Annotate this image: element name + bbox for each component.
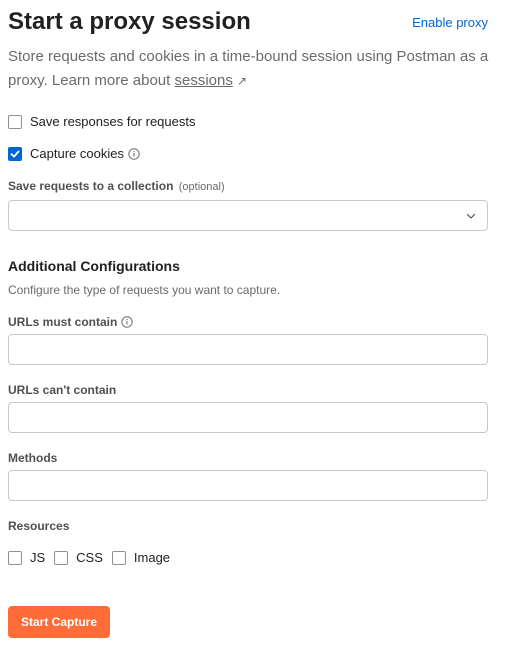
methods-input[interactable]: [8, 470, 488, 501]
chevron-down-icon: [466, 213, 476, 219]
save-responses-checkbox[interactable]: [8, 115, 22, 129]
collection-select[interactable]: [8, 200, 488, 231]
resource-js-checkbox[interactable]: [8, 551, 22, 565]
urls-must-contain-label-text: URLs must contain: [8, 315, 118, 329]
resource-image-label: Image: [133, 550, 171, 565]
capture-cookies-label: Capture cookies: [30, 146, 124, 161]
page-title: Start a proxy session: [8, 8, 251, 35]
description-text: Store requests and cookies in a time-bou…: [8, 48, 489, 89]
info-icon[interactable]: [128, 148, 140, 160]
urls-cant-contain-label: URLs can't contain: [8, 383, 117, 397]
start-capture-button[interactable]: Start Capture: [8, 606, 110, 638]
resource-js-label: JS: [30, 550, 46, 565]
methods-label: Methods: [8, 451, 58, 465]
urls-cant-contain-input[interactable]: [8, 402, 488, 433]
sessions-link[interactable]: sessions: [174, 72, 232, 89]
resource-css-option[interactable]: CSS: [54, 550, 103, 566]
external-link-icon: ↗: [237, 74, 248, 88]
collection-label: Save requests to a collection (optional): [8, 178, 225, 195]
save-responses-option[interactable]: Save responses for requests: [8, 114, 195, 130]
resource-css-label: CSS: [76, 550, 103, 565]
resource-css-checkbox[interactable]: [54, 551, 69, 565]
save-responses-label: Save responses for requests: [30, 114, 196, 129]
capture-cookies-checkbox[interactable]: [8, 147, 22, 161]
resource-js-option[interactable]: JS: [8, 550, 45, 566]
additional-config-title: Additional Configurations: [8, 258, 180, 274]
collection-label-text: Save requests to a collection: [8, 179, 174, 193]
optional-tag: (optional): [178, 181, 225, 193]
resources-options: JS CSS Image: [8, 550, 179, 566]
capture-cookies-option[interactable]: Capture cookies: [8, 146, 140, 162]
resources-label: Resources: [8, 519, 70, 533]
resource-image-checkbox[interactable]: [111, 551, 126, 565]
header: Start a proxy session Enable proxy: [8, 8, 488, 38]
resource-image-option[interactable]: Image: [111, 550, 171, 566]
urls-must-contain-input[interactable]: [8, 334, 488, 365]
urls-must-contain-label: URLs must contain: [8, 314, 134, 330]
additional-config-description: Configure the type of requests you want …: [8, 283, 281, 297]
description: Store requests and cookies in a time-bou…: [8, 45, 490, 93]
enable-proxy-link[interactable]: Enable proxy: [412, 15, 488, 31]
checkmark-icon: [10, 150, 20, 158]
info-icon[interactable]: [121, 316, 134, 328]
